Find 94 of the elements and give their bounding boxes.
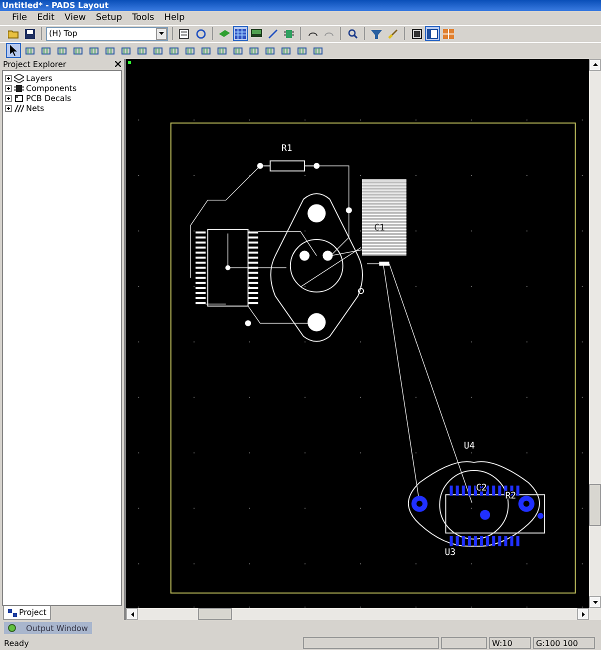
project-icon bbox=[8, 608, 17, 617]
close-icon[interactable] bbox=[115, 61, 121, 68]
menu-item[interactable]: Help bbox=[160, 12, 189, 23]
circle-icon bbox=[8, 624, 16, 632]
grid-icon bbox=[235, 28, 246, 39]
tree-item[interactable]: Nets bbox=[5, 104, 119, 114]
panel-title: Project Explorer bbox=[3, 60, 66, 69]
pointer-icon bbox=[9, 45, 18, 56]
tool-icon bbox=[264, 46, 274, 56]
tool-icon bbox=[280, 46, 290, 56]
tool-icon bbox=[120, 46, 130, 56]
tree-item[interactable]: Components bbox=[5, 84, 119, 94]
tool-icon bbox=[56, 46, 66, 56]
scroll-thumb[interactable] bbox=[589, 484, 601, 526]
footprint-icon bbox=[14, 94, 24, 104]
reference-label: U4 bbox=[464, 440, 475, 451]
tool-icon bbox=[216, 46, 226, 56]
tool-icon bbox=[88, 46, 98, 56]
line-width-readout: W:10 bbox=[489, 637, 531, 650]
tool-icon bbox=[232, 46, 242, 56]
route-icon bbox=[268, 28, 278, 39]
tool-icon bbox=[296, 46, 306, 56]
search-icon bbox=[348, 28, 358, 39]
panes-icon bbox=[427, 28, 438, 39]
tool-icon bbox=[152, 46, 162, 56]
menu-item[interactable]: Setup bbox=[92, 12, 126, 23]
tree-item[interactable]: PCB Decals bbox=[5, 94, 119, 104]
refresh-icon bbox=[196, 28, 206, 39]
component-icon bbox=[284, 28, 294, 39]
scroll-down-button[interactable] bbox=[589, 596, 601, 608]
reference-label: U3 bbox=[444, 548, 456, 558]
toolbar-button[interactable] bbox=[425, 26, 440, 42]
tool-icon bbox=[104, 46, 114, 56]
nets-icon bbox=[14, 104, 24, 114]
window-title: Untitled* - PADS Layout bbox=[2, 0, 109, 11]
layers-icon bbox=[14, 74, 24, 84]
chip-icon bbox=[14, 84, 24, 94]
undo-icon bbox=[308, 30, 318, 38]
tool-icon bbox=[136, 46, 146, 56]
menu-item[interactable]: Edit bbox=[33, 12, 58, 23]
via-marker bbox=[358, 288, 364, 294]
caret-icon bbox=[130, 612, 134, 617]
menu-item[interactable]: File bbox=[8, 12, 32, 23]
scroll-thumb[interactable] bbox=[198, 608, 232, 620]
open-folder-icon bbox=[8, 28, 19, 39]
tool-icon bbox=[24, 46, 34, 56]
horizontal-scrollbar[interactable] bbox=[126, 608, 601, 620]
tree-label: PCB Decals bbox=[26, 94, 72, 104]
layer-dropdown[interactable]: (H) Top bbox=[46, 26, 168, 41]
caret-icon bbox=[582, 612, 584, 617]
brush-icon bbox=[388, 28, 398, 39]
scroll-left-button[interactable] bbox=[126, 608, 138, 620]
origin-marker bbox=[128, 60, 132, 64]
save-icon bbox=[24, 28, 34, 39]
window-icon bbox=[412, 28, 422, 39]
tool-icon bbox=[248, 46, 258, 56]
tool-icon bbox=[184, 46, 194, 56]
tree-label: Nets bbox=[26, 104, 44, 114]
tool-icon bbox=[312, 46, 322, 56]
reference-label: C1 bbox=[374, 223, 386, 234]
expand-icon[interactable] bbox=[5, 105, 12, 112]
tool-icon bbox=[200, 46, 210, 56]
vertical-scrollbar[interactable] bbox=[589, 58, 601, 608]
grid-readout: G:100 100 bbox=[533, 637, 595, 650]
caret-icon bbox=[592, 600, 598, 604]
tool-icon bbox=[168, 46, 178, 56]
status-pane bbox=[441, 637, 487, 650]
toolbar-button[interactable] bbox=[6, 43, 21, 58]
expand-icon[interactable] bbox=[5, 75, 12, 82]
filter-icon bbox=[371, 28, 382, 39]
resistor-footprint bbox=[257, 160, 320, 172]
scroll-up-button[interactable] bbox=[589, 58, 601, 71]
tool-icon bbox=[40, 46, 50, 56]
caret-icon bbox=[592, 63, 598, 66]
output-window-tab[interactable]: Output Window bbox=[4, 622, 92, 634]
expand-icon[interactable] bbox=[5, 85, 12, 92]
status-text: Ready bbox=[4, 638, 30, 648]
tile-icon bbox=[443, 28, 454, 39]
reference-label: R1 bbox=[281, 143, 292, 154]
dropdown-button[interactable] bbox=[156, 28, 167, 40]
tree-item[interactable]: Layers bbox=[5, 74, 119, 84]
caret-icon bbox=[159, 32, 164, 36]
tree-label: Layers bbox=[26, 74, 52, 84]
board-icon bbox=[219, 29, 230, 38]
expand-icon[interactable] bbox=[5, 95, 12, 102]
menu-item[interactable]: View bbox=[60, 12, 90, 23]
menu-item[interactable]: Tools bbox=[128, 12, 158, 23]
scroll-right-button[interactable] bbox=[577, 608, 589, 620]
tree-label: Components bbox=[26, 84, 77, 94]
project-tab[interactable]: Project bbox=[3, 606, 52, 620]
redo-icon bbox=[324, 30, 334, 38]
display-icon bbox=[251, 28, 262, 39]
properties-icon bbox=[179, 28, 190, 39]
tool-icon bbox=[72, 46, 82, 56]
